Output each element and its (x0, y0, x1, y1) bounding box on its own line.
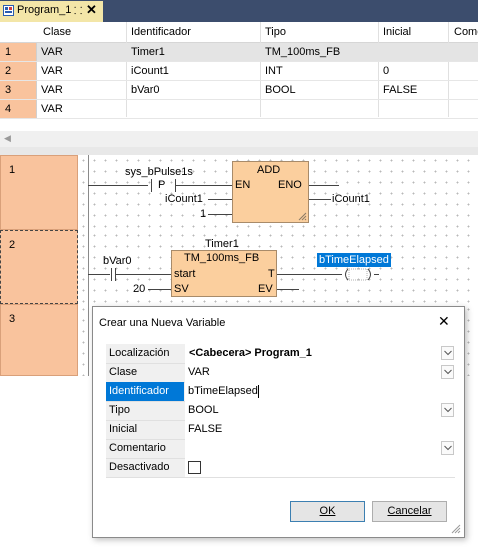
cell-inicial[interactable]: 0 (383, 65, 389, 77)
timer-instance-name[interactable]: Timer1 (205, 238, 239, 250)
tab-title: Program_1 (17, 4, 72, 16)
dialog-title: Crear una Nueva Variable (99, 317, 226, 329)
cell-identificador[interactable]: iCount1 (131, 65, 169, 77)
network-2-body[interactable]: Timer1 bVar0 TM_100ms_FB start T SV EV 2… (78, 230, 478, 304)
coil-variable-selected[interactable]: bTimeElapsed (317, 253, 391, 267)
cell-tipo[interactable]: BOOL (265, 84, 296, 96)
contact-pulse-type: P (158, 179, 166, 191)
property-row-localizacion[interactable]: Localización <Cabecera> Program_1 (106, 344, 455, 364)
cell-clase[interactable]: VAR (41, 46, 63, 58)
input-variable-1[interactable]: iCount1 (165, 193, 203, 205)
pin-sv: SV (174, 283, 189, 295)
network-1-body[interactable]: sys_bPulse1s P ADD EN ENO iCount1 1 iCou… (78, 155, 478, 230)
contact-variable[interactable]: sys_bPulse1s (125, 166, 193, 178)
block-name: ADD (257, 164, 281, 176)
column-header-comentario[interactable]: Come (454, 26, 478, 38)
cell-identificador[interactable]: Timer1 (131, 46, 165, 58)
property-label: Inicial (109, 423, 138, 435)
property-label: Tipo (109, 404, 130, 416)
property-label: Desactivado (109, 461, 170, 473)
cell-clase[interactable]: VAR (41, 103, 63, 115)
row-number[interactable]: 3 (0, 81, 37, 99)
editor-splitter[interactable] (0, 147, 478, 155)
table-row[interactable]: 3 VAR bVar0 BOOL FALSE (0, 81, 478, 100)
property-value[interactable]: <Cabecera> Program_1 (189, 347, 312, 359)
left-power-rail (88, 304, 89, 376)
new-variable-dialog: Crear una Nueva Variable ✕ Localización … (92, 306, 465, 538)
cell-inicial[interactable]: FALSE (383, 84, 417, 96)
variable-table: Clase Identificador Tipo Inicial Come 1 … (0, 22, 478, 119)
output-variable[interactable]: iCount1 (332, 193, 370, 205)
resize-grip-icon[interactable] (451, 524, 461, 534)
close-tab-icon[interactable]: ✕ (86, 2, 97, 18)
property-row-identificador[interactable]: Identificador bTimeElapsed (106, 382, 455, 402)
horizontal-scrollbar[interactable]: ◀ (0, 131, 478, 147)
property-row-clase[interactable]: Clase VAR (106, 363, 455, 383)
preset-value[interactable]: 20 (133, 283, 145, 295)
contact-variable[interactable]: bVar0 (103, 255, 132, 267)
pin-en: EN (235, 179, 251, 191)
dropdown-arrow-icon[interactable] (441, 441, 454, 455)
document-tab-strip: Program_1 ⸬ ✕ (0, 0, 478, 22)
column-header-inicial[interactable]: Inicial (383, 26, 411, 38)
network-number-1[interactable]: 1 (0, 155, 78, 230)
property-label-selected: Identificador (109, 385, 169, 397)
identifier-input[interactable]: bTimeElapsed (188, 385, 258, 397)
table-header: Clase Identificador Tipo Inicial Come (0, 22, 478, 43)
text-caret (258, 385, 259, 398)
property-label: Clase (109, 366, 138, 378)
network-number-2[interactable]: 2 (0, 230, 78, 304)
scroll-left-arrow-icon[interactable]: ◀ (4, 133, 11, 144)
left-power-rail (88, 155, 89, 230)
cell-clase[interactable]: VAR (41, 84, 63, 96)
pin-ev: EV (258, 283, 273, 295)
property-row-comentario[interactable]: Comentario (106, 439, 455, 459)
property-value[interactable]: VAR (188, 366, 210, 378)
pin-start: start (174, 268, 196, 280)
program-icon (3, 5, 14, 16)
pin-t: T (268, 268, 275, 280)
property-value[interactable]: BOOL (188, 404, 219, 416)
cell-tipo[interactable]: INT (265, 65, 283, 77)
network-number-3[interactable]: 3 (0, 304, 78, 376)
block-type: TM_100ms_FB (184, 252, 260, 264)
cell-clase[interactable]: VAR (41, 65, 63, 77)
disabled-checkbox[interactable] (188, 461, 201, 474)
table-row[interactable]: 1 VAR Timer1 TM_100ms_FB (0, 43, 478, 62)
close-icon[interactable]: ✕ (438, 313, 450, 330)
coil-icon[interactable] (342, 268, 374, 281)
cancel-button[interactable]: Cancelar (372, 501, 447, 522)
table-row[interactable]: 2 VAR iCount1 INT 0 (0, 62, 478, 81)
property-label: Localización (109, 347, 170, 359)
column-header-identificador[interactable]: Identificador (131, 26, 191, 38)
cell-tipo[interactable]: TM_100ms_FB (265, 46, 340, 58)
dropdown-arrow-icon[interactable] (441, 346, 454, 360)
property-row-desactivado[interactable]: Desactivado (106, 458, 455, 478)
row-number[interactable]: 2 (0, 62, 37, 80)
row-number[interactable]: 1 (0, 43, 37, 61)
ok-button[interactable]: OK (290, 501, 365, 522)
dropdown-arrow-icon[interactable] (441, 365, 454, 379)
column-header-tipo[interactable]: Tipo (265, 26, 286, 38)
property-grid: Localización <Cabecera> Program_1 Clase … (106, 344, 455, 478)
pin-icon[interactable]: ⸬ (74, 3, 82, 17)
column-header-clase[interactable]: Clase (43, 26, 71, 38)
property-row-tipo[interactable]: Tipo BOOL (106, 401, 455, 421)
property-row-inicial[interactable]: Inicial FALSE (106, 420, 455, 440)
row-number[interactable]: 4 (0, 100, 37, 118)
left-power-rail (88, 230, 89, 304)
property-value[interactable]: FALSE (188, 423, 222, 435)
table-row[interactable]: 4 VAR (0, 100, 478, 119)
input-constant[interactable]: 1 (200, 208, 206, 220)
dropdown-arrow-icon[interactable] (441, 403, 454, 417)
resize-grip-icon (298, 212, 307, 221)
tab-program-1[interactable]: Program_1 ⸬ ✕ (0, 1, 103, 22)
property-label: Comentario (109, 442, 166, 454)
pin-eno: ENO (278, 179, 302, 191)
cell-identificador[interactable]: bVar0 (131, 84, 160, 96)
